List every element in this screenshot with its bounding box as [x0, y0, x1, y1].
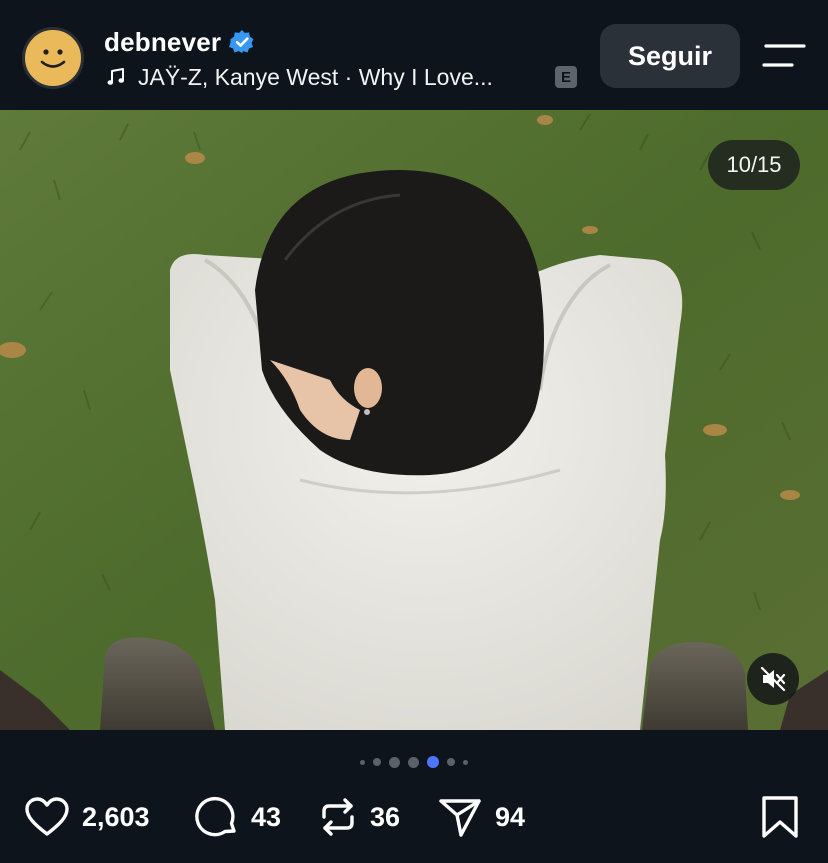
photo-artwork — [0, 110, 828, 730]
music-track: JAŸ-Z, Kanye West · Why I Love... — [138, 63, 493, 90]
repost-icon — [322, 798, 354, 836]
carousel-dot — [408, 756, 419, 768]
menu-icon[interactable] — [762, 42, 806, 70]
carousel-dot — [447, 758, 455, 766]
follow-button[interactable]: Seguir — [600, 24, 740, 88]
comment-icon — [195, 796, 236, 837]
image-counter: 10/15 — [708, 140, 800, 190]
carousel-dot — [463, 759, 468, 765]
username[interactable]: debnever — [104, 27, 221, 58]
like-button[interactable]: 2,603 — [24, 792, 150, 842]
carousel-dot — [360, 759, 365, 765]
comment-button[interactable]: 43 — [195, 792, 281, 842]
smiley-avatar-icon — [40, 49, 66, 68]
carousel-dot — [373, 758, 381, 766]
carousel-dots — [0, 752, 828, 772]
like-count: 2,603 — [82, 801, 150, 832]
bookmark-icon[interactable] — [760, 795, 800, 839]
post-image[interactable]: 10/15 — [0, 110, 828, 730]
music-row[interactable]: JAŸ-Z, Kanye West · Why I Love... — [106, 62, 493, 92]
repost-button[interactable]: 36 — [318, 792, 400, 842]
share-button[interactable]: 94 — [437, 792, 525, 842]
repost-count: 36 — [370, 801, 401, 832]
verified-badge-icon — [229, 29, 254, 53]
mute-icon — [760, 666, 786, 692]
carousel-dot-active — [427, 756, 439, 768]
username-row: debnever — [104, 25, 255, 59]
post-header: debnever JAŸ-Z, Kanye West · Why I Love.… — [0, 0, 828, 110]
explicit-badge: E — [555, 66, 577, 88]
heart-icon — [25, 797, 69, 836]
send-icon — [439, 799, 481, 837]
carousel-dot — [389, 756, 400, 768]
share-count: 94 — [495, 801, 526, 832]
avatar[interactable] — [22, 27, 84, 89]
comment-count: 43 — [251, 801, 282, 832]
music-note-icon — [107, 68, 125, 85]
mute-button[interactable] — [747, 653, 799, 705]
